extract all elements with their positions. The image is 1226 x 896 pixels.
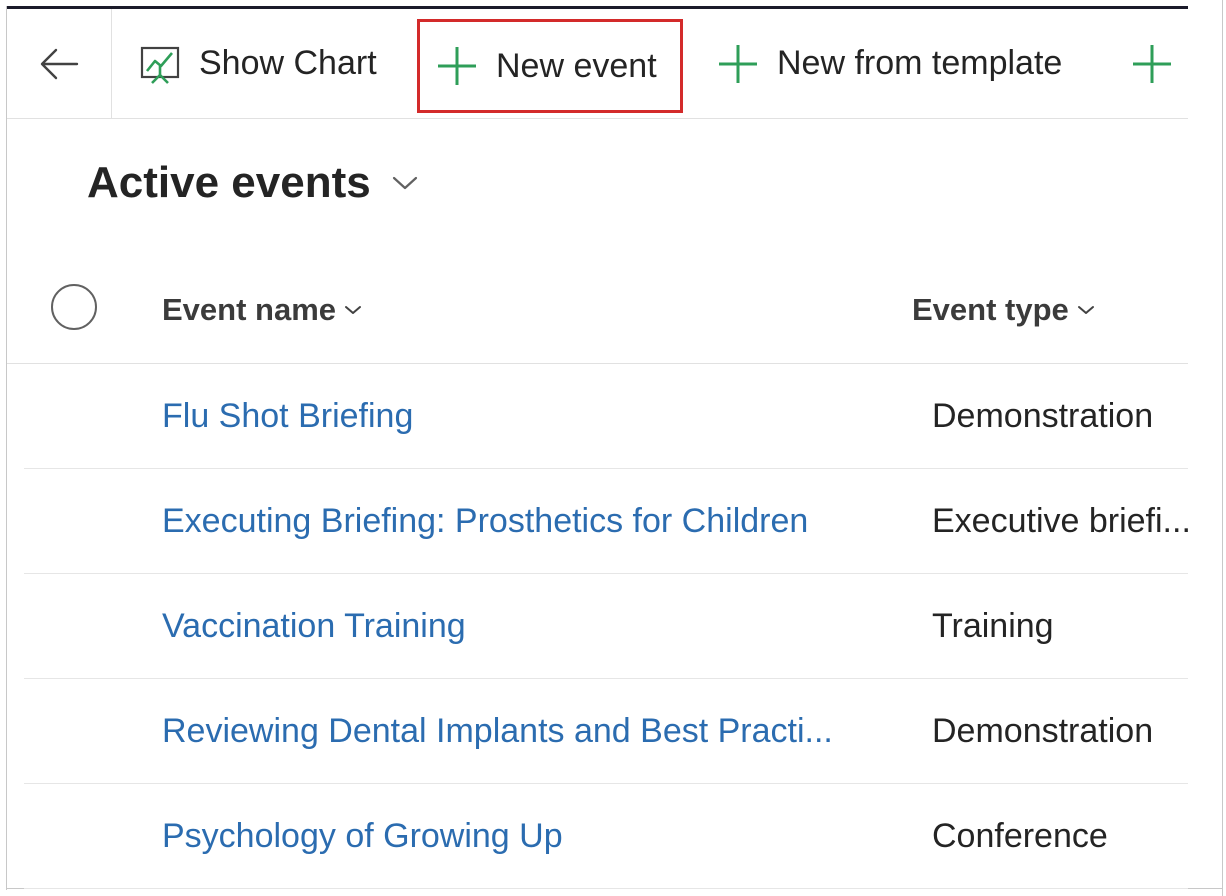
chevron-down-icon [345,306,362,314]
grid-header: Event name Event type [7,262,1188,364]
plus-icon [719,44,757,83]
event-type-cell: Training [932,606,1054,645]
column-header-label: Event type [912,292,1069,327]
table-row[interactable]: Executing Briefing: Prosthetics for Chil… [24,469,1191,574]
page-title: Active events [87,158,371,207]
event-type-cell: Executive briefi... [932,501,1191,540]
chart-icon [140,46,180,84]
chevron-down-icon [1077,306,1094,314]
event-type-cell: Demonstration [932,396,1154,435]
column-header-event-name[interactable]: Event name [162,292,362,328]
show-chart-button[interactable]: Show Chart [139,9,377,118]
plus-icon [1133,44,1171,83]
event-type-cell: Demonstration [932,711,1154,750]
event-type-cell: Conference [932,816,1108,855]
select-all-checkbox[interactable] [51,284,97,330]
back-arrow-icon [40,48,79,79]
new-from-template-button[interactable]: New from template [717,9,1062,118]
window-right-border [1222,0,1223,896]
table-row[interactable]: Reviewing Dental Implants and Best Pract… [24,679,1188,784]
table-row[interactable]: Vaccination Training Training [24,574,1188,679]
table-row[interactable]: Flu Shot Briefing Demonstration [24,364,1188,469]
column-header-event-type[interactable]: Event type [912,292,1095,328]
event-name-link[interactable]: Vaccination Training [162,574,466,678]
table-row[interactable]: Psychology of Growing Up Conference [24,784,1188,889]
command-bar: Show Chart New event New from template [7,9,1188,119]
new-from-template-label: New from template [777,44,1063,82]
event-name-link[interactable]: Reviewing Dental Implants and Best Pract… [162,679,833,783]
event-name-link[interactable]: Psychology of Growing Up [162,784,563,888]
new-event-button[interactable]: New event [417,19,683,113]
plus-icon [438,47,476,85]
chevron-down-icon [392,176,417,190]
back-button[interactable] [7,9,112,118]
show-chart-label: Show Chart [199,44,377,82]
event-name-link[interactable]: Executing Briefing: Prosthetics for Chil… [162,469,808,573]
event-name-link[interactable]: Flu Shot Briefing [162,364,413,468]
window-left-border [6,6,7,890]
more-new-button[interactable] [1131,9,1191,118]
new-event-label: New event [496,46,657,85]
column-header-label: Event name [162,292,337,327]
view-selector[interactable]: Active events [87,158,419,208]
